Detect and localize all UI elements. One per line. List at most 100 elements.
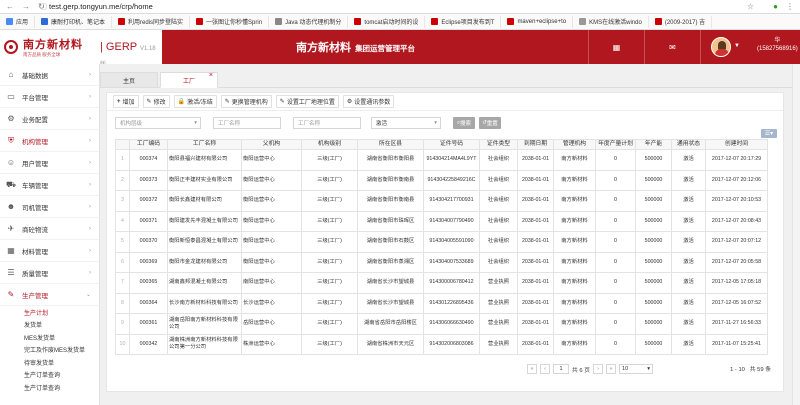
column-header[interactable]: 父机构 — [241, 139, 302, 150]
mail-icon[interactable]: ✉ — [644, 30, 700, 64]
reset-button[interactable]: ↺ 重置 — [479, 117, 501, 129]
sidebar-item[interactable]: ▭ 平台管理 › — [0, 86, 99, 108]
column-header[interactable]: 工厂编码 — [129, 139, 168, 150]
table-cell: 激活 — [671, 333, 706, 355]
brand-logo[interactable]: 南方新材料 南方品质 服务全球 — [0, 30, 100, 64]
table-row[interactable]: 6 000369 衡阳市金龙建材有限公司 衡阳运营中心 三级(工厂) 湖南省衡阳市蒸湘区 9… — [115, 251, 768, 273]
column-header[interactable] — [115, 139, 130, 150]
bookmark-item[interactable]: Java 动态代理机制分 — [269, 15, 349, 28]
table-cell: 2038-01-01 — [517, 169, 554, 191]
menu-icon[interactable]: ⋮ — [786, 2, 794, 11]
set-location-button[interactable]: ✎ 设置工厂地理位置 — [275, 95, 339, 108]
next-page-button[interactable]: › — [593, 364, 604, 374]
close-icon[interactable]: × — [209, 72, 213, 79]
back-icon[interactable]: ← — [6, 2, 14, 11]
table-row[interactable]: 10 000342 湖南株洲南方新材料科技有限公司第一分公司 株洲运营中心 三级(工厂)… — [115, 333, 768, 355]
tab-home[interactable]: 主页 — [100, 72, 158, 88]
sidebar-item-label: 机构管理 — [22, 138, 48, 146]
toggle-status-button[interactable]: 🔒 激活/冻结 — [173, 95, 217, 108]
sidebar-subitem[interactable]: 待审发货单 — [0, 356, 99, 369]
tab-factory[interactable]: 工厂 × — [160, 72, 218, 88]
sidebar-subitem[interactable]: 发货单 — [0, 319, 99, 332]
table-row[interactable]: 1 000374 衡阳县福兴建材有限公司 衡阳运营中心 三级(工厂) 湖南省衡阳市衡阳县 9… — [115, 149, 768, 171]
search-button[interactable]: ⌕ 搜索 — [453, 117, 475, 129]
column-header[interactable]: 管理机构 — [553, 139, 596, 150]
last-page-button[interactable]: » — [606, 364, 617, 374]
table-row[interactable]: 3 000372 衡阳长鑫建材有限公司 衡阳运营中心 三级(工厂) 湖南省衡阳市衡南县 91… — [115, 190, 768, 212]
page-size-select[interactable]: 10 ▾ — [619, 364, 654, 374]
table-row[interactable]: 5 000370 衡阳新恒泰昌混凝土有限公司 衡阳运营中心 三级(工厂) 湖南省衡阳市石鼓… — [115, 231, 768, 253]
status-select[interactable]: 激活 — [371, 117, 441, 129]
table-row[interactable]: 7 000365 湖南鑫邦混凝土有限公司 南阳运营中心 三级(工厂) 湖南省长沙市望城县 9… — [115, 272, 768, 294]
column-header[interactable]: 证件类型 — [479, 139, 518, 150]
factory-name-input-2[interactable]: 工厂名称 — [293, 117, 361, 129]
table-cell: 914304007533689 — [423, 251, 480, 273]
set-comm-button[interactable]: ⚙ 设置通讯参数 — [342, 95, 395, 108]
table-row[interactable]: 2 000373 衡阳正丰建材实业有限公司 衡阳运营中心 三级(工厂) 湖南省衡阳市衡南县… — [115, 169, 768, 191]
sidebar-subitem[interactable]: 生产订单查询 — [0, 381, 99, 394]
bookmark-item[interactable]: 一张图让你秒懂Sprin — [190, 15, 270, 28]
table-cell: 社会组织 — [479, 190, 518, 212]
bookmark-item[interactable]: maven+eclipse+to — [501, 15, 574, 28]
sidebar-item[interactable]: ✈ 商砼物流 › — [0, 218, 99, 240]
sidebar-item[interactable]: ☰ 质量管理 › — [0, 262, 99, 284]
columns-toggle-button[interactable]: ☰▾ — [761, 129, 777, 138]
chevron-icon: › — [89, 181, 91, 188]
sidebar-item[interactable]: ▦ 材料管理 › — [0, 240, 99, 262]
first-page-button[interactable]: « — [527, 364, 537, 374]
bookmark-label: maven+eclipse+to — [517, 18, 567, 25]
column-header[interactable]: 创建时间 — [705, 139, 768, 150]
factory-name-input[interactable]: 工厂名称 — [213, 117, 281, 129]
user-menu[interactable]: ▼ 华 (15827568916) — [700, 30, 800, 64]
sidebar-item[interactable]: ⛟ 车辆管理 › — [0, 174, 99, 196]
bookmark-item[interactable]: 应用 — [0, 15, 36, 28]
sidebar-item[interactable]: ☻ 司机管理 › — [0, 196, 99, 218]
column-header[interactable]: 所在区县 — [357, 139, 424, 150]
bookmark-item[interactable]: Eclipse项目发布到T — [425, 15, 502, 28]
column-header[interactable]: 年度产量计划 — [595, 139, 636, 150]
bookmark-item[interactable]: KMS在线激活windo — [573, 15, 649, 28]
change-org-button[interactable]: ✎ 更换管理机构 — [220, 95, 272, 108]
sidebar-subitem[interactable]: MES发货单 — [0, 331, 99, 344]
column-header[interactable]: 证件号码 — [423, 139, 480, 150]
sidebar-item[interactable]: ⛨ 机构管理 › — [0, 130, 99, 152]
page-input[interactable]: 1 — [553, 364, 569, 374]
column-header[interactable]: 年产能 — [635, 139, 672, 150]
bookmark-item[interactable]: 康耐打印机、笔记本 — [35, 15, 113, 28]
org-level-select[interactable]: 机构层级 — [115, 117, 201, 129]
add-button[interactable]: + 增加 — [113, 95, 139, 108]
bookmark-item[interactable]: 利用redis同步登陆实 — [112, 15, 191, 28]
table-cell: 湖南省衡阳市珠晖区 — [357, 210, 424, 232]
sidebar-item[interactable]: ✎ 生产管理 ⌄ — [0, 284, 99, 306]
bookmark-item[interactable]: (2009-2017) 吉 — [649, 15, 713, 28]
sidebar-item[interactable]: ☺ 用户管理 › — [0, 152, 99, 174]
sidebar-subitem[interactable]: 生产计划 — [0, 306, 99, 319]
sidebar-item[interactable]: ⌂ 基础数据 › — [0, 64, 99, 86]
sidebar-subitem[interactable]: 生产订单查询 — [0, 369, 99, 382]
sidebar-item[interactable]: ⚙ 业务配置 › — [0, 108, 99, 130]
url-field[interactable]: test.gerp.tongyun.me/crp/home — [49, 2, 153, 11]
column-header[interactable]: 工厂名称 — [167, 139, 242, 150]
table-cell: 衡阳建发先丰混凝土有限公司 — [167, 210, 242, 232]
sidebar-subitem[interactable]: 完工及作废MES发货单 — [0, 344, 99, 357]
table-row[interactable]: 8 000364 长沙南方新材料科技有限公司 长沙运营中心 三级(工厂) 湖南省长沙市望城… — [115, 292, 768, 314]
table-cell: 衡阳运营中心 — [241, 210, 302, 232]
grid-icon[interactable]: ▦ — [588, 30, 644, 64]
forward-icon[interactable]: → — [22, 2, 30, 11]
table-row[interactable]: 9 000361 湖南岳阳南方新材料科技有限公司 岳阳运营中心 三级(工厂) 湖南省岳阳市… — [115, 313, 768, 335]
page-scrollbar[interactable] — [792, 64, 800, 405]
column-header[interactable]: 机构级别 — [301, 139, 358, 150]
change-org-label: 更换管理机构 — [231, 100, 268, 106]
prev-page-button[interactable]: ‹ — [540, 364, 550, 374]
extension-icon[interactable]: ● — [773, 2, 778, 11]
platform-title-main: 南方新材料 — [296, 42, 351, 54]
edit-button[interactable]: ✎ 修改 — [142, 95, 170, 108]
bookmark-item[interactable]: tomcat启动时间的设 — [348, 15, 426, 28]
table-cell: 0 — [595, 292, 636, 314]
table-row[interactable]: 4 000371 衡阳建发先丰混凝土有限公司 衡阳运营中心 三级(工厂) 湖南省衡阳市珠晖… — [115, 210, 768, 232]
row-index: 2 — [115, 169, 130, 191]
column-header[interactable]: 到期日期 — [517, 139, 554, 150]
table-cell: 激活 — [671, 210, 706, 232]
bookmark-star-icon[interactable]: ☆ — [747, 2, 754, 11]
column-header[interactable]: 通用状态 — [671, 139, 706, 150]
